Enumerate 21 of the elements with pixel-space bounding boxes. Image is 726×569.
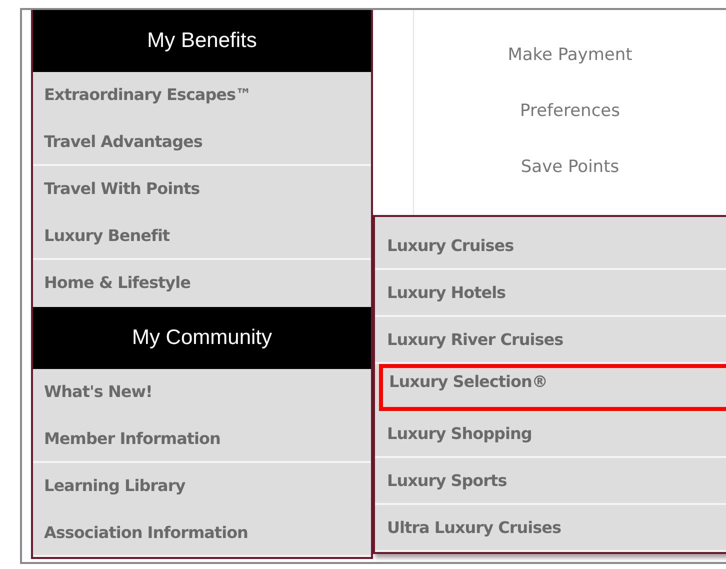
- submenu-item[interactable]: Luxury Sports: [375, 458, 726, 505]
- submenu-item[interactable]: Luxury Shopping: [375, 411, 726, 458]
- menu-item[interactable]: Learning Library: [33, 463, 371, 508]
- account-link[interactable]: Preferences: [520, 102, 620, 120]
- submenu-item[interactable]: Luxury Hotels: [375, 270, 726, 317]
- menu-item[interactable]: Home & Lifestyle: [33, 260, 371, 305]
- submenu-item[interactable]: Ultra Luxury Cruises: [375, 505, 726, 552]
- account-link[interactable]: Save Points: [520, 158, 620, 176]
- menu-item[interactable]: Travel With Points: [33, 166, 371, 211]
- submenu-item[interactable]: Luxury Cruises: [375, 223, 726, 270]
- submenu-item[interactable]: Luxury River Cruises: [375, 317, 726, 364]
- menu-item[interactable]: Luxury Benefit: [33, 213, 371, 258]
- menu-item[interactable]: Member Information: [33, 416, 371, 461]
- menu-item[interactable]: Association Information: [33, 510, 371, 555]
- menu-item[interactable]: Extraordinary Escapes™: [33, 72, 371, 117]
- section-title: My Community: [132, 326, 272, 350]
- account-link[interactable]: Make Payment: [508, 46, 632, 64]
- section-title: My Benefits: [147, 29, 257, 53]
- submenu-item[interactable]: Luxury Selection®: [379, 364, 726, 411]
- menu-item[interactable]: What's New!: [33, 369, 371, 414]
- menu-item[interactable]: Travel Advantages: [33, 119, 371, 164]
